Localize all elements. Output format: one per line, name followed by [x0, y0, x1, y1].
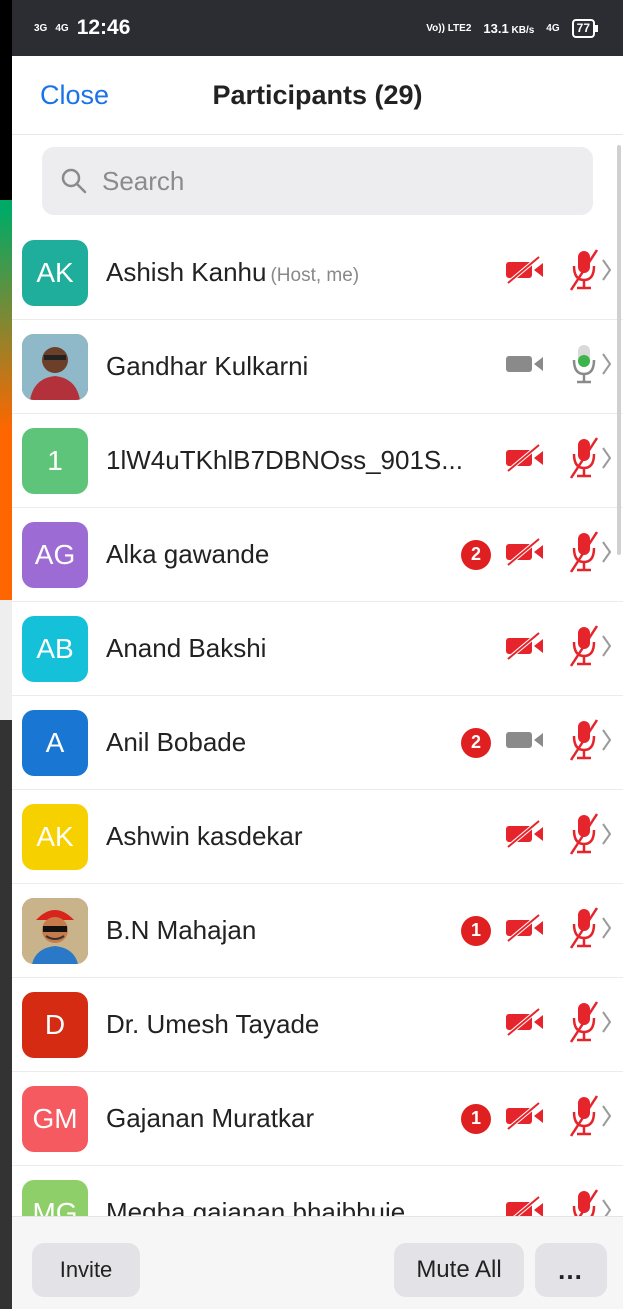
- video-off-icon: [505, 443, 545, 478]
- participant-name: Alka gawande: [106, 539, 270, 569]
- search-placeholder: Search: [102, 165, 185, 196]
- participant-list[interactable]: AK Ashish Kanhu (Host, me) Gandhar Kulkarni…: [12, 226, 623, 1216]
- mic-muted-icon[interactable]: [567, 624, 613, 673]
- video-off-icon: [505, 819, 545, 854]
- avatar: A: [22, 709, 88, 776]
- mic-muted-icon[interactable]: [567, 1094, 613, 1143]
- avatar: 1: [22, 427, 88, 494]
- unread-chat-badge: 1: [461, 1103, 491, 1134]
- mic-muted-icon[interactable]: [567, 530, 613, 579]
- participant-name: Ashish Kanhu (Host, me): [106, 257, 360, 287]
- video-off-icon: [505, 913, 545, 948]
- avatar: MG: [22, 1179, 88, 1216]
- avatar: GM: [22, 1085, 88, 1152]
- video-off-icon: [505, 537, 545, 572]
- network-speed: 13.1 KB/s: [483, 20, 535, 36]
- video-off-icon: [505, 1101, 545, 1136]
- video-off-icon: [505, 255, 545, 290]
- participant-name: Megha gajanan bhajbhuje: [106, 1197, 406, 1216]
- scrollbar[interactable]: [617, 145, 621, 555]
- unread-chat-badge: 2: [461, 727, 491, 758]
- mic-muted-icon[interactable]: [567, 248, 613, 297]
- participant-row[interactable]: MG Megha gajanan bhajbhuje: [12, 1166, 623, 1216]
- avatar: AK: [22, 239, 88, 306]
- participant-name: Ashwin kasdekar: [106, 821, 303, 851]
- video-on-icon: [505, 352, 545, 381]
- signal-3g-icon: 3G: [34, 22, 48, 34]
- network-4g-icon: 4G: [546, 22, 560, 34]
- participant-row[interactable]: B.N Mahajan 1: [12, 884, 623, 978]
- participant-row[interactable]: A Anil Bobade 2: [12, 696, 623, 790]
- participant-row[interactable]: AK Ashwin kasdekar: [12, 790, 623, 884]
- participant-name: Anand Bakshi: [106, 633, 267, 663]
- status-bar: 3G 4G 12:46 Vo)) LTE2 13.1 KB/s 4G 77: [12, 0, 623, 56]
- participant-name: Dr. Umesh Tayade: [106, 1009, 320, 1039]
- participant-row[interactable]: AB Anand Bakshi: [12, 602, 623, 696]
- participant-row[interactable]: AG Alka gawande 2: [12, 508, 623, 602]
- mic-muted-icon[interactable]: [567, 436, 613, 485]
- participant-row[interactable]: 1 1lW4uTKhlB7DBNOss_901S...: [12, 414, 623, 508]
- avatar: AG: [22, 521, 88, 588]
- participants-header: Close Participants (29): [12, 56, 623, 135]
- avatar: [22, 333, 88, 400]
- search-input[interactable]: Search: [42, 147, 593, 215]
- unread-chat-badge: 1: [461, 915, 491, 946]
- participant-name: Gandhar Kulkarni: [106, 351, 309, 381]
- footer-toolbar: Invite Mute All …: [12, 1216, 623, 1309]
- mic-muted-icon[interactable]: [567, 812, 613, 861]
- participant-row[interactable]: Gandhar Kulkarni: [12, 320, 623, 414]
- mic-muted-icon[interactable]: [567, 718, 613, 767]
- search-icon: [61, 168, 87, 194]
- volte-icon: Vo)) LTE2: [426, 22, 472, 34]
- more-options-button[interactable]: …: [535, 1243, 607, 1297]
- avatar: AB: [22, 615, 88, 682]
- signal-4g-icon: 4G: [55, 22, 69, 34]
- mic-muted-icon[interactable]: [567, 1188, 613, 1216]
- mic-muted-icon[interactable]: [567, 1000, 613, 1049]
- video-off-icon: [505, 631, 545, 666]
- participant-row[interactable]: AK Ashish Kanhu (Host, me): [12, 226, 623, 320]
- participant-name: B.N Mahajan: [106, 915, 257, 945]
- mic-muted-icon[interactable]: [567, 906, 613, 955]
- close-button[interactable]: Close: [40, 80, 109, 111]
- mute-all-button[interactable]: Mute All: [394, 1243, 524, 1297]
- video-off-icon: [505, 1007, 545, 1042]
- background-strip: [0, 0, 12, 1309]
- unread-chat-badge: 2: [461, 539, 491, 570]
- video-on-icon: [505, 728, 545, 757]
- invite-button[interactable]: Invite: [32, 1243, 140, 1297]
- battery-icon: 77: [571, 18, 599, 38]
- mic-active-icon[interactable]: [567, 342, 613, 391]
- participant-name: 1lW4uTKhlB7DBNOss_901S...: [106, 445, 463, 475]
- participant-row[interactable]: GM Gajanan Muratkar 1: [12, 1072, 623, 1166]
- phone-screen: 3G 4G 12:46 Vo)) LTE2 13.1 KB/s 4G 77 Cl…: [12, 0, 623, 1309]
- avatar: [22, 897, 88, 964]
- avatar: D: [22, 991, 88, 1058]
- participant-name: Anil Bobade: [106, 727, 247, 757]
- participant-row[interactable]: D Dr. Umesh Tayade: [12, 978, 623, 1072]
- avatar: AK: [22, 803, 88, 870]
- video-off-icon: [505, 1195, 545, 1216]
- participant-role: (Host, me): [270, 265, 360, 286]
- status-time: 12:46: [76, 16, 131, 39]
- participant-name: Gajanan Muratkar: [106, 1103, 315, 1133]
